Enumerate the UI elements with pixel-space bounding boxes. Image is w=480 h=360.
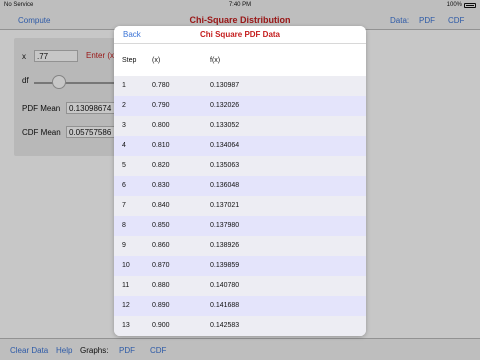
table-row[interactable]: 13 0.900 0.142583: [114, 316, 366, 336]
cell-x: 0.780: [152, 82, 170, 89]
table-row[interactable]: 8 0.850 0.137980: [114, 216, 366, 236]
cell-x: 0.900: [152, 322, 170, 329]
table-row[interactable]: 4 0.810 0.134064: [114, 136, 366, 156]
cell-fx: 0.134064: [210, 142, 240, 149]
cell-step: 13: [122, 322, 130, 329]
cell-x: 0.810: [152, 142, 170, 149]
table-row[interactable]: 12 0.890 0.141688: [114, 296, 366, 316]
cell-x: 0.870: [152, 262, 170, 269]
cell-step: 2: [122, 102, 126, 109]
cell-fx: 0.135063: [210, 162, 240, 169]
header-x: (x): [152, 57, 161, 64]
cell-x: 0.890: [152, 302, 170, 309]
cell-step: 9: [122, 242, 126, 249]
cell-fx: 0.138926: [210, 242, 240, 249]
cell-fx: 0.136048: [210, 182, 240, 189]
table-row[interactable]: 6 0.830 0.136048: [114, 176, 366, 196]
cell-x: 0.800: [152, 122, 170, 129]
cell-x: 0.880: [152, 282, 170, 289]
cell-step: 8: [122, 222, 126, 229]
cell-x: 0.820: [152, 162, 170, 169]
modal-title: Chi Square PDF Data: [199, 30, 280, 39]
data-table[interactable]: 1 0.780 0.130987 2 0.790 0.132026 3 0.80…: [114, 76, 366, 336]
cell-x: 0.790: [152, 102, 170, 109]
cell-fx: 0.137021: [210, 202, 240, 209]
table-row[interactable]: 1 0.780 0.130987: [114, 76, 366, 96]
cell-fx: 0.142583: [210, 322, 240, 329]
cell-fx: 0.137980: [210, 222, 240, 229]
table-row[interactable]: 5 0.820 0.135063: [114, 156, 366, 176]
cell-step: 4: [122, 142, 126, 149]
cell-x: 0.850: [152, 222, 170, 229]
table-row[interactable]: 7 0.840 0.137021: [114, 196, 366, 216]
cell-step: 6: [122, 182, 126, 189]
table-row[interactable]: 2 0.790 0.132026: [114, 96, 366, 116]
cell-fx: 0.132026: [210, 102, 240, 109]
cell-step: 1: [122, 82, 126, 89]
cell-step: 10: [122, 262, 130, 269]
cell-fx: 0.139859: [210, 262, 240, 269]
cell-fx: 0.141688: [210, 302, 240, 309]
cell-x: 0.830: [152, 182, 170, 189]
cell-x: 0.860: [152, 242, 170, 249]
modal-header: Back Chi Square PDF Data: [114, 26, 366, 44]
header-fx: f(x): [210, 57, 221, 64]
cell-fx: 0.140780: [210, 282, 240, 289]
cell-step: 7: [122, 202, 126, 209]
header-step: Step: [122, 57, 137, 64]
cell-fx: 0.133052: [210, 122, 240, 129]
table-row[interactable]: 10 0.870 0.139859: [114, 256, 366, 276]
table-row[interactable]: 3 0.800 0.133052: [114, 116, 366, 136]
table-row[interactable]: 9 0.860 0.138926: [114, 236, 366, 256]
cell-step: 12: [122, 302, 130, 309]
cell-step: 3: [122, 122, 126, 129]
pdf-data-modal: Back Chi Square PDF Data Step (x) f(x) 1…: [114, 26, 366, 336]
cell-step: 11: [122, 282, 130, 289]
cell-step: 5: [122, 162, 126, 169]
cell-fx: 0.130987: [210, 82, 240, 89]
cell-x: 0.840: [152, 202, 170, 209]
table-row[interactable]: 11 0.880 0.140780: [114, 276, 366, 296]
table-header: Step (x) f(x): [114, 44, 366, 76]
